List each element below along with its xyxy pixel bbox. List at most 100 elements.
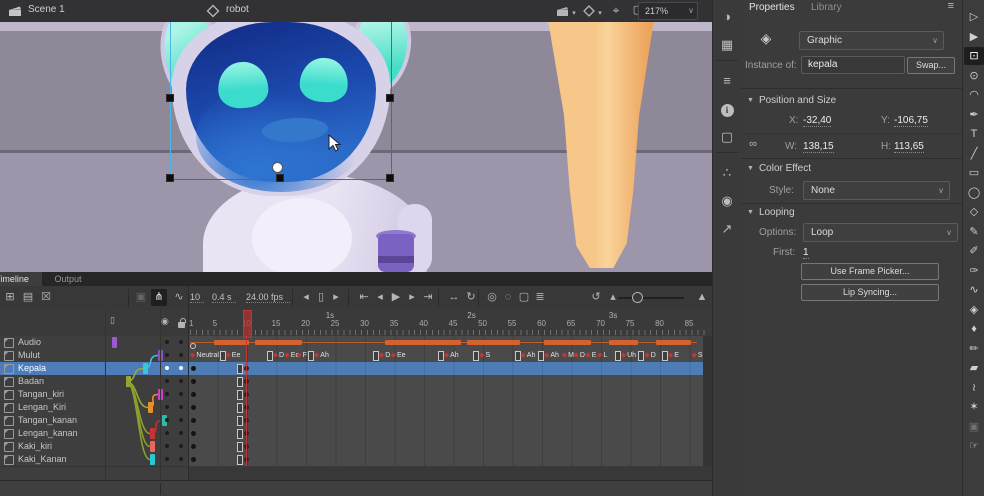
mouth-keyframe[interactable]: ◆D: [273, 349, 284, 362]
pen-tool[interactable]: ✒: [964, 106, 984, 124]
align-panel-icon[interactable]: ≡: [713, 70, 741, 92]
layer-name[interactable]: Kepala: [18, 362, 46, 375]
section-position-size[interactable]: ▼Position and Size: [747, 95, 836, 106]
layer-name[interactable]: Badan: [18, 375, 44, 388]
symbol-type-dropdown[interactable]: Graphic ∨: [799, 31, 944, 50]
onion-skin-icon[interactable]: ◎: [484, 289, 500, 306]
paint-bucket-tool[interactable]: ◈: [964, 301, 984, 319]
elapsed-time[interactable]: 0.4 s: [212, 292, 236, 303]
paint-brush-tool[interactable]: ✑: [964, 262, 984, 280]
eraser-tool[interactable]: ▰: [964, 359, 984, 377]
text-tool[interactable]: T: [964, 125, 984, 143]
empty-keyframe[interactable]: [237, 364, 243, 374]
empty-keyframe[interactable]: [237, 403, 243, 413]
x-value[interactable]: -32,40: [803, 115, 831, 127]
zoom-in-frames-icon[interactable]: ▲: [694, 289, 710, 306]
info-panel-icon[interactable]: i: [713, 98, 741, 120]
subselection-tool[interactable]: ▶: [964, 28, 984, 46]
mouth-keyframe[interactable]: ◆Neutral: [190, 349, 219, 362]
chevron-down-icon[interactable]: ▾: [596, 9, 604, 17]
selection-handle-se[interactable]: [386, 174, 394, 182]
mouth-keyframe[interactable]: ◆S: [479, 349, 490, 362]
y-value[interactable]: -106,75: [894, 115, 928, 127]
brushes-panel-icon[interactable]: ∴: [713, 162, 741, 184]
edit-symbol-icon[interactable]: [582, 4, 596, 18]
chevron-down-icon[interactable]: ▾: [570, 9, 578, 17]
mouth-keyframe[interactable]: ◆Ee: [391, 349, 406, 362]
mouth-keyframe[interactable]: ◆Uh: [621, 349, 636, 362]
keyframe-dot[interactable]: [191, 405, 196, 410]
asset-warp-tool[interactable]: ✶: [964, 398, 984, 416]
go-last-frame-icon[interactable]: ⇥: [420, 289, 436, 306]
new-folder-icon[interactable]: ▤: [20, 289, 36, 306]
keyframe-dot[interactable]: [191, 379, 196, 384]
camera-icon[interactable]: ▣: [133, 289, 149, 306]
mouth-keyframe[interactable]: ◆D: [379, 349, 390, 362]
brush-tool[interactable]: ✐: [964, 242, 984, 260]
layer-name[interactable]: Audio: [18, 336, 41, 349]
link-dimensions-icon[interactable]: ∞: [745, 138, 761, 150]
loop-options-dropdown[interactable]: Loop ∨: [803, 223, 958, 242]
empty-keyframe[interactable]: [237, 390, 243, 400]
polystar-tool[interactable]: ◇: [964, 203, 984, 221]
mouth-keyframe[interactable]: ◆Ah: [544, 349, 559, 362]
empty-keyframe[interactable]: [237, 429, 243, 439]
keyframe-dot[interactable]: [191, 444, 196, 449]
empty-keyframe[interactable]: [237, 416, 243, 426]
empty-keyframe[interactable]: [237, 377, 243, 387]
transform-panel-icon[interactable]: ▢: [713, 126, 741, 148]
selection-tool[interactable]: ▷: [964, 8, 984, 26]
cc-libraries-panel-icon[interactable]: ◉: [713, 190, 741, 212]
edit-multiple-frames-icon[interactable]: ▢: [516, 289, 532, 306]
layer-name[interactable]: Lengan_Kiri: [18, 401, 66, 414]
panel-menu-icon[interactable]: ≡: [948, 0, 954, 12]
frame-row-Tangan_kiri[interactable]: [188, 388, 703, 402]
selection-handle-w[interactable]: [166, 94, 174, 102]
export-panel-icon[interactable]: ↗: [713, 218, 741, 240]
mouth-keyframe[interactable]: ◆Ee: [225, 349, 240, 362]
mouth-keyframe[interactable]: ◆Ah: [314, 349, 329, 362]
ink-bottle-tool[interactable]: ♦: [964, 320, 984, 338]
show-parenting-icon[interactable]: ⋔: [151, 289, 167, 306]
keyframe-dot[interactable]: [191, 457, 196, 462]
layer-name[interactable]: Kaki_Kanan: [18, 453, 67, 466]
mouth-keyframe[interactable]: ◆M: [562, 349, 574, 362]
tab-properties[interactable]: Properties: [749, 2, 795, 13]
zoom-out-frames-icon[interactable]: ▴: [605, 289, 621, 306]
frame-row-Kepala[interactable]: [188, 362, 703, 376]
oval-tool[interactable]: ◯: [964, 184, 984, 202]
modify-markers-icon[interactable]: ≣: [532, 289, 548, 306]
camera-tool[interactable]: ▣: [964, 418, 984, 436]
frame-ruler[interactable]: 1s2s3s1510152025303540455055606570758085: [188, 310, 712, 337]
instance-name-field[interactable]: kepala: [801, 56, 905, 74]
keyframe-dot[interactable]: [191, 392, 196, 397]
mouth-keyframe[interactable]: ◆Ah: [444, 349, 459, 362]
frame-row-Audio[interactable]: [188, 336, 703, 350]
mouth-keyframe[interactable]: ◆D: [644, 349, 655, 362]
empty-keyframe[interactable]: [237, 442, 243, 452]
center-stage-icon[interactable]: ⌖: [608, 3, 624, 18]
lasso-tool[interactable]: ◠: [964, 86, 984, 104]
eye-icon[interactable]: ◉: [161, 316, 169, 327]
keyframe-dot[interactable]: [191, 431, 196, 436]
frame-counter[interactable]: 10: [190, 292, 204, 303]
layer-name[interactable]: Tangan_kanan: [18, 414, 77, 427]
breadcrumb-scene[interactable]: Scene 1: [28, 4, 65, 15]
width-tool[interactable]: ≀: [964, 379, 984, 397]
swap-button[interactable]: Swap...: [907, 57, 955, 74]
color-panel-icon[interactable]: ◑: [713, 6, 741, 28]
frame-row-Tangan_kanan[interactable]: [188, 414, 703, 428]
mouth-keyframe[interactable]: ◆E: [585, 349, 596, 362]
keyframe-dot[interactable]: [191, 366, 196, 371]
transform-point[interactable]: [272, 162, 283, 173]
gradient-transform-tool[interactable]: ⊙: [964, 67, 984, 85]
edit-scene-icon[interactable]: [556, 4, 570, 18]
layer-name[interactable]: Kaki_kiri: [18, 440, 52, 453]
next-keyframe-icon[interactable]: ▸: [328, 289, 344, 306]
selection-bounding-box[interactable]: [170, 22, 392, 180]
hand-tool[interactable]: ☞: [964, 437, 984, 455]
onion-outline-icon[interactable]: ◌: [500, 289, 516, 306]
bone-tool[interactable]: ∿: [964, 281, 984, 299]
go-first-frame-icon[interactable]: ⇤: [356, 289, 372, 306]
selection-handle-s[interactable]: [276, 174, 284, 182]
